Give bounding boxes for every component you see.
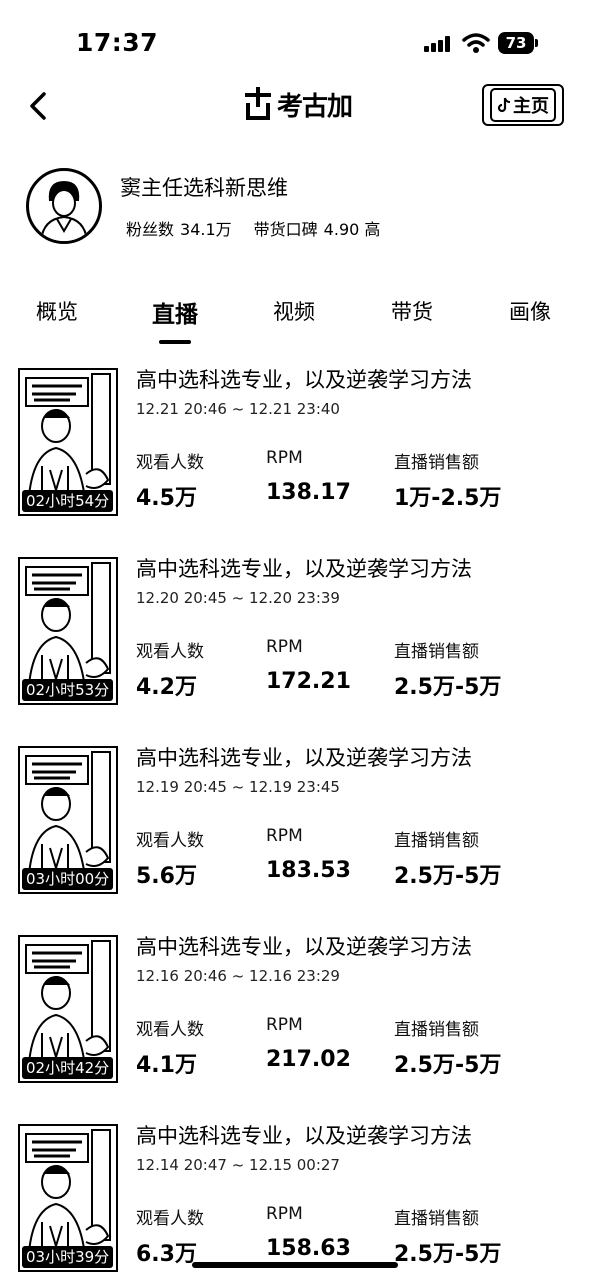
viewers-value: 4.2万: [136, 675, 197, 700]
list-item[interactable]: 02小时42分 高中选科选专业，以及逆袭学习方法 12.16 20:46 ~ 1…: [0, 931, 590, 1091]
rpm-label: RPM: [266, 637, 303, 657]
tab-live[interactable]: 直播: [152, 295, 198, 329]
sales-value: 1万-2.5万: [394, 486, 502, 511]
duration-badge: 03小时00分: [22, 868, 114, 890]
rpm-label: RPM: [266, 448, 303, 468]
profile-name: 窦主任选科新思维: [120, 176, 288, 200]
sales-value: 2.5万-5万: [394, 1242, 502, 1267]
app-logo: 考古加: [243, 84, 353, 124]
sales-value: 2.5万-5万: [394, 675, 502, 700]
duration-badge: 02小时42分: [22, 1057, 114, 1079]
live-title: 高中选科选专业，以及逆袭学习方法: [136, 746, 472, 770]
list-item[interactable]: 03小时39分 高中选科选专业，以及逆袭学习方法 12.14 20:47 ~ 1…: [0, 1120, 590, 1280]
sales-label: 直播销售额: [394, 831, 479, 851]
sales-value: 2.5万-5万: [394, 1053, 502, 1078]
live-time-range: 12.16 20:46 ~ 12.16 23:29: [136, 967, 340, 985]
battery-level: 73: [498, 32, 534, 54]
reputation-value: 4.90 高: [323, 220, 381, 239]
rpm-value: 217.02: [266, 1047, 351, 1072]
viewers-label: 观看人数: [136, 831, 204, 851]
sales-value: 2.5万-5万: [394, 864, 502, 889]
tab-video[interactable]: 视频: [273, 296, 315, 326]
avatar-image: [40, 181, 88, 241]
douyin-icon: [497, 97, 511, 113]
home-indicator: [192, 1262, 398, 1268]
live-thumbnail: 02小时42分: [18, 935, 118, 1083]
live-time-range: 12.21 20:46 ~ 12.21 23:40: [136, 400, 340, 418]
live-title: 高中选科选专业，以及逆袭学习方法: [136, 1124, 472, 1148]
reputation-stat: 带货口碑 4.90 高: [254, 216, 381, 240]
rpm-label: RPM: [266, 826, 303, 846]
active-tab-indicator: [159, 340, 191, 344]
list-item[interactable]: 02小时54分 高中选科选专业，以及逆袭学习方法 12.21 20:46 ~ 1…: [0, 364, 590, 524]
sales-label: 直播销售额: [394, 1209, 479, 1229]
battery-icon: 73: [498, 32, 538, 54]
sales-label: 直播销售额: [394, 1020, 479, 1040]
rpm-value: 158.63: [266, 1236, 351, 1261]
tab-overview[interactable]: 概览: [36, 296, 78, 326]
live-thumbnail: 03小时00分: [18, 746, 118, 894]
sales-label: 直播销售额: [394, 642, 479, 662]
viewers-value: 4.1万: [136, 1053, 197, 1078]
viewers-label: 观看人数: [136, 453, 204, 473]
back-icon[interactable]: [24, 86, 54, 126]
fans-stat: 粉丝数 34.1万: [126, 216, 232, 240]
fans-value: 34.1万: [180, 220, 232, 239]
logo-icon: [245, 87, 271, 120]
sales-label: 直播销售额: [394, 453, 479, 473]
profile-stats: 粉丝数 34.1万 带货口碑 4.90 高: [126, 216, 380, 240]
wifi-icon: [462, 33, 490, 53]
duration-badge: 02小时53分: [22, 679, 114, 701]
avatar[interactable]: [26, 168, 102, 244]
live-title: 高中选科选专业，以及逆袭学习方法: [136, 368, 472, 392]
viewers-value: 4.5万: [136, 486, 197, 511]
tab-portrait[interactable]: 画像: [509, 296, 551, 326]
duration-badge: 03小时39分: [22, 1246, 114, 1268]
live-thumbnail: 03小时39分: [18, 1124, 118, 1272]
viewers-label: 观看人数: [136, 642, 204, 662]
duration-badge: 02小时54分: [22, 490, 114, 512]
live-thumbnail: 02小时54分: [18, 368, 118, 516]
list-item[interactable]: 02小时53分 高中选科选专业，以及逆袭学习方法 12.20 20:45 ~ 1…: [0, 553, 590, 713]
viewers-label: 观看人数: [136, 1020, 204, 1040]
signal-icon: [424, 36, 454, 52]
rpm-label: RPM: [266, 1015, 303, 1035]
rpm-label: RPM: [266, 1204, 303, 1224]
status-time: 17:37: [76, 28, 159, 57]
list-item[interactable]: 03小时00分 高中选科选专业，以及逆袭学习方法 12.19 20:45 ~ 1…: [0, 742, 590, 902]
reputation-label: 带货口碑: [253, 220, 318, 239]
tab-bar: 概览 直播 视频 带货 画像: [0, 296, 590, 346]
live-time-range: 12.14 20:47 ~ 12.15 00:27: [136, 1156, 340, 1174]
live-thumbnail: 02小时53分: [18, 557, 118, 705]
viewers-value: 6.3万: [136, 1242, 197, 1267]
logo-text: 考古加: [277, 91, 353, 122]
live-time-range: 12.20 20:45 ~ 12.20 23:39: [136, 589, 340, 607]
fans-label: 粉丝数: [126, 220, 175, 239]
live-time-range: 12.19 20:45 ~ 12.19 23:45: [136, 778, 340, 796]
live-title: 高中选科选专业，以及逆袭学习方法: [136, 557, 472, 581]
rpm-value: 138.17: [266, 480, 351, 505]
tab-goods[interactable]: 带货: [391, 296, 433, 326]
viewers-value: 5.6万: [136, 864, 197, 889]
home-button-label: 主页: [513, 96, 549, 117]
live-title: 高中选科选专业，以及逆袭学习方法: [136, 935, 472, 959]
viewers-label: 观看人数: [136, 1209, 204, 1229]
rpm-value: 183.53: [266, 858, 351, 883]
home-page-button[interactable]: 主页: [482, 84, 564, 126]
status-bar: 17:37 73: [0, 0, 590, 80]
rpm-value: 172.21: [266, 669, 351, 694]
